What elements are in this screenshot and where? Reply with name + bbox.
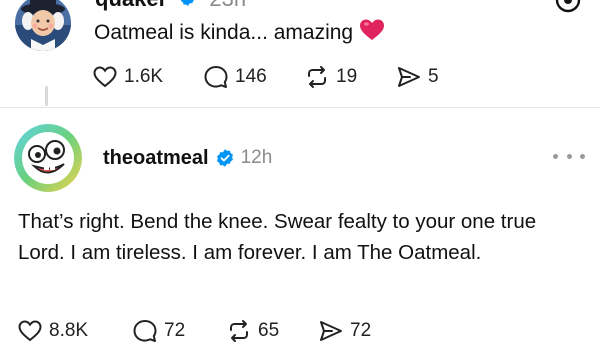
- post-text: That’s right. Bend the knee. Swear fealt…: [18, 210, 537, 264]
- parent-author-name[interactable]: quaker: [95, 0, 167, 11]
- theoatmeal-avatar[interactable]: [14, 124, 82, 192]
- verified-badge-icon: [179, 0, 197, 13]
- heart-emoji-icon: [359, 18, 385, 50]
- share-count: 72: [350, 320, 372, 341]
- more-options-icon[interactable]: [553, 146, 585, 166]
- reply-count: 72: [164, 320, 186, 341]
- more-dot: [566, 153, 572, 159]
- like-count: 8.8K: [49, 320, 89, 341]
- parent-post-time: 23h: [209, 0, 246, 11]
- verified-badge-icon: [215, 148, 235, 168]
- like-button[interactable]: 8.8K: [17, 316, 88, 346]
- parent-more-options-icon[interactable]: [554, 0, 582, 14]
- reply-button[interactable]: 146: [203, 62, 267, 92]
- reply-button[interactable]: 72: [132, 316, 185, 346]
- like-button[interactable]: 1.6K: [92, 62, 163, 92]
- parent-post-actions: 1.6K 146 19 5: [0, 62, 600, 92]
- more-dot: [580, 153, 585, 159]
- post-divider: [0, 107, 600, 108]
- quaker-avatar-image: [15, 0, 71, 51]
- repost-button[interactable]: 19: [304, 62, 357, 92]
- post-time: 12h: [240, 147, 273, 168]
- more-dot: [553, 153, 558, 159]
- heart-outline-icon: [92, 64, 118, 90]
- parent-post-text: Oatmeal is kinda... amazing: [94, 18, 385, 50]
- main-post-header: theoatmeal 12h: [103, 143, 272, 173]
- repost-icon: [226, 318, 252, 344]
- share-button[interactable]: 72: [318, 316, 371, 346]
- thread-connector-line: [45, 86, 48, 106]
- quaker-avatar[interactable]: [15, 0, 71, 51]
- comment-bubble-icon: [132, 318, 158, 344]
- repost-button[interactable]: 65: [226, 316, 279, 346]
- share-count: 5: [428, 66, 439, 87]
- author-name[interactable]: theoatmeal: [103, 147, 209, 170]
- repost-icon: [304, 64, 330, 90]
- send-icon: [396, 64, 422, 90]
- like-count: 1.6K: [124, 66, 164, 87]
- theoatmeal-avatar-image: [14, 124, 82, 192]
- parent-post-text-content: Oatmeal is kinda... amazing: [94, 21, 354, 44]
- send-icon: [318, 318, 344, 344]
- repost-count: 65: [258, 320, 280, 341]
- repost-count: 19: [336, 66, 358, 87]
- post-actions: 8.8K 72 65 72: [0, 316, 600, 346]
- parent-post: quaker 23h Oatmeal is kinda... amazing 1…: [0, 0, 600, 110]
- parent-post-header: quaker 23h: [95, 0, 246, 11]
- share-button[interactable]: 5: [396, 62, 439, 92]
- reply-count: 146: [235, 66, 267, 87]
- comment-bubble-icon: [203, 64, 229, 90]
- heart-outline-icon: [17, 318, 43, 344]
